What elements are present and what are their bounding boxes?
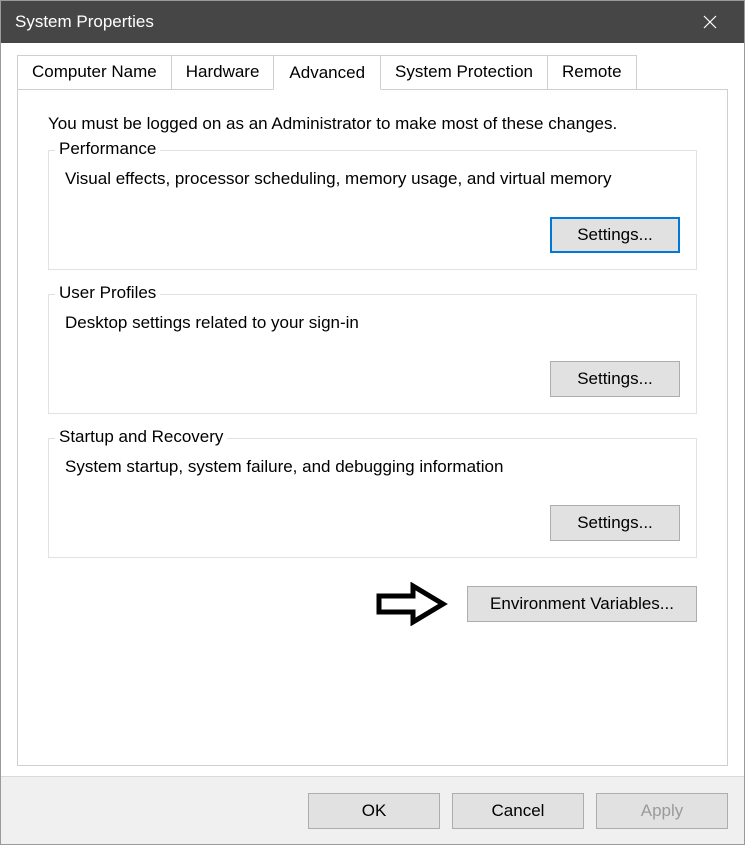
tab-remote[interactable]: Remote [547,55,637,89]
group-user-profiles: User Profiles Desktop settings related t… [48,294,697,414]
tab-advanced[interactable]: Advanced [273,55,381,90]
group-user-profiles-desc: Desktop settings related to your sign-in [65,313,680,333]
group-user-profiles-legend: User Profiles [55,283,160,303]
intro-text: You must be logged on as an Administrato… [48,114,697,134]
arrow-right-icon [375,582,449,626]
group-startup-recovery-desc: System startup, system failure, and debu… [65,457,680,477]
tab-computer-name[interactable]: Computer Name [17,55,172,89]
performance-settings-button[interactable]: Settings... [550,217,680,253]
window-title: System Properties [15,12,154,32]
group-performance: Performance Visual effects, processor sc… [48,150,697,270]
environment-variables-button[interactable]: Environment Variables... [467,586,697,622]
startup-recovery-settings-button[interactable]: Settings... [550,505,680,541]
group-startup-recovery-legend: Startup and Recovery [55,427,227,447]
group-performance-legend: Performance [55,139,160,159]
tab-system-protection[interactable]: System Protection [380,55,548,89]
group-startup-recovery: Startup and Recovery System startup, sys… [48,438,697,558]
tab-content-advanced: You must be logged on as an Administrato… [17,89,728,766]
system-properties-dialog: System Properties Computer Name Hardware… [0,0,745,845]
tabstrip: Computer Name Hardware Advanced System P… [17,55,744,89]
apply-button[interactable]: Apply [596,793,728,829]
environment-variables-row: Environment Variables... [48,582,697,626]
tab-hardware[interactable]: Hardware [171,55,275,89]
ok-button[interactable]: OK [308,793,440,829]
dialog-footer: OK Cancel Apply [1,776,744,844]
user-profiles-settings-button[interactable]: Settings... [550,361,680,397]
close-icon[interactable] [690,1,730,43]
group-performance-desc: Visual effects, processor scheduling, me… [65,169,680,189]
titlebar: System Properties [1,1,744,43]
cancel-button[interactable]: Cancel [452,793,584,829]
